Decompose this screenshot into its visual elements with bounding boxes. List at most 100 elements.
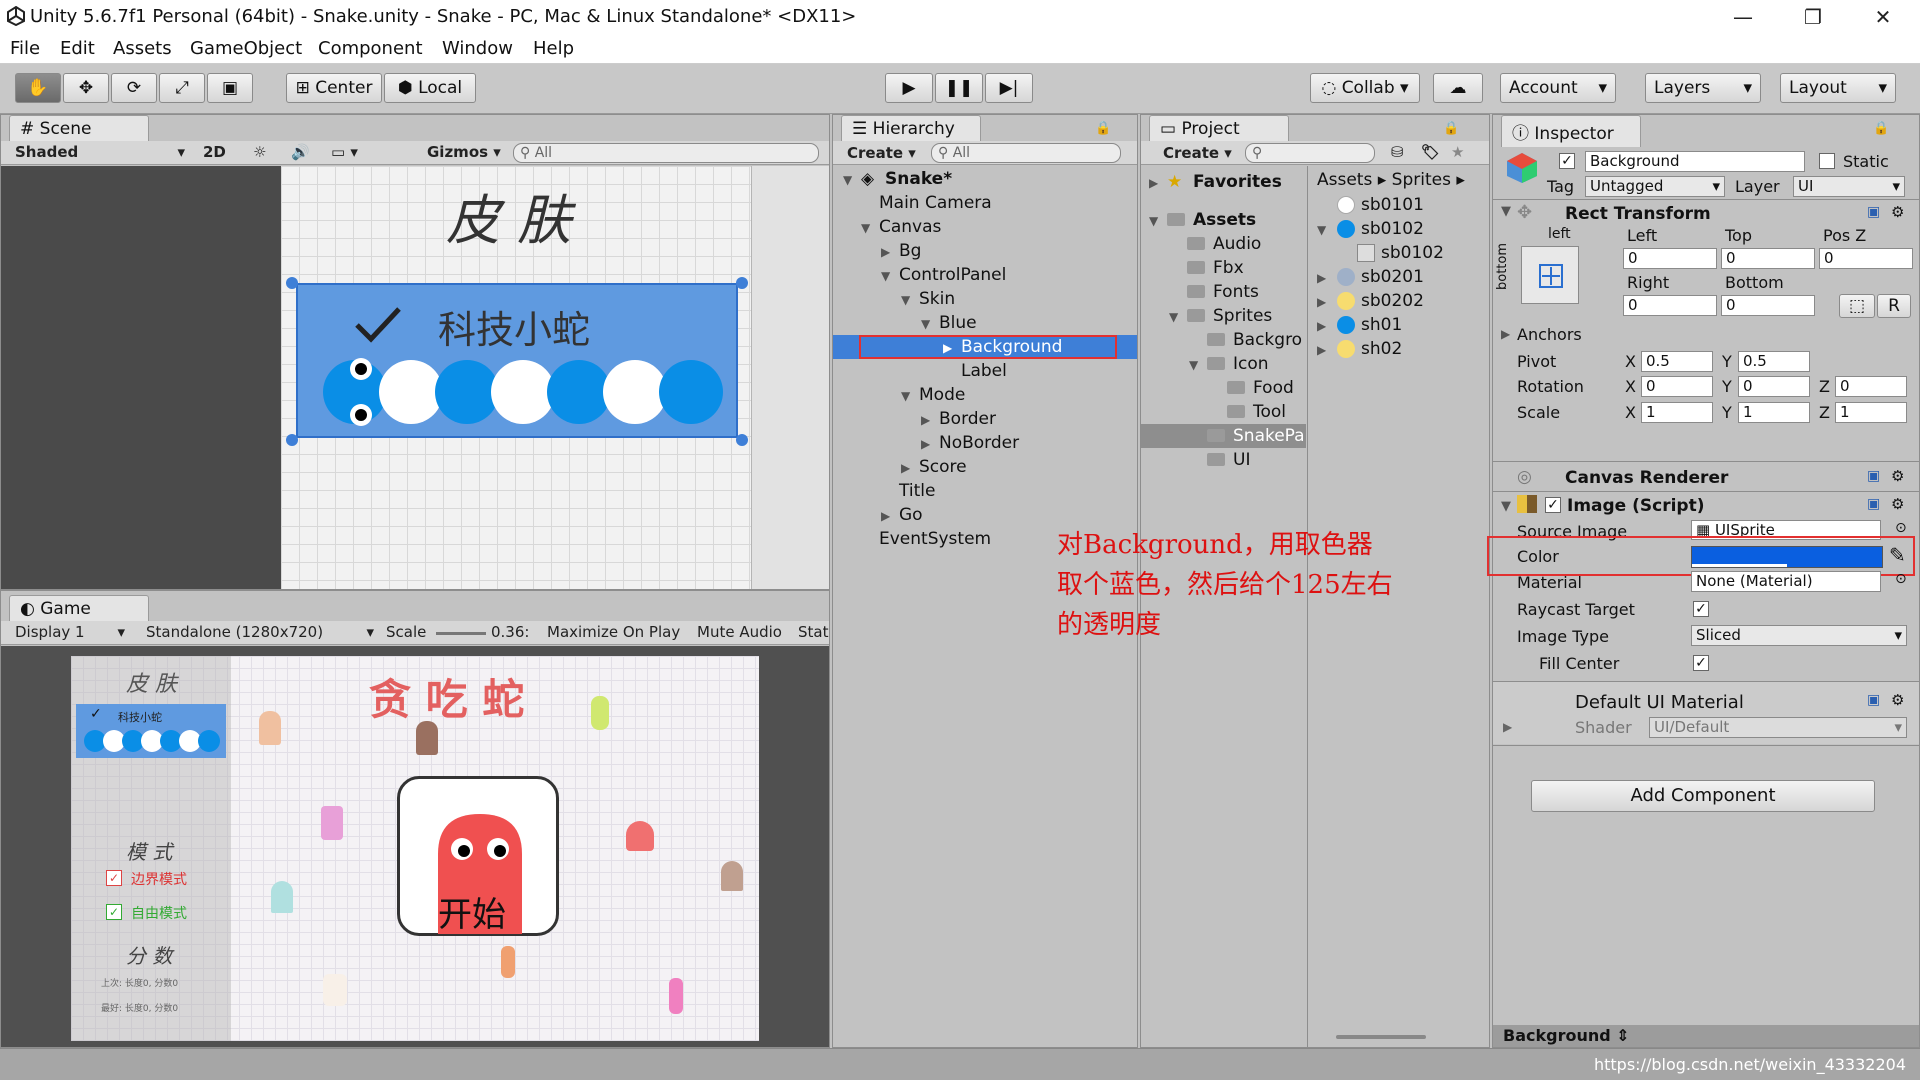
active-checkbox[interactable]: ✓ [1559,153,1575,169]
hierarchy-search-input[interactable]: ⚲ All [931,143,1121,163]
move-tool-button[interactable]: ✥ [63,73,109,103]
sprite-item[interactable]: ▶ sh02 [1309,337,1489,361]
menu-file[interactable]: File [10,38,40,59]
collab-dropdown[interactable]: ◌ Collab ▾ [1310,73,1420,103]
lock-icon[interactable]: 🔒 [1095,121,1111,136]
anchor-handle[interactable] [286,277,298,289]
image-type-dropdown[interactable]: Sliced ▾ [1691,625,1907,646]
hierarchy-item-noborder[interactable]: ▶ NoBorder [833,431,1133,455]
mode1-checkbox[interactable]: ✓ [106,870,122,886]
left-field[interactable]: 0 [1623,248,1717,269]
pivot-center-button[interactable]: ⊞ Center [286,73,382,103]
effects-icon[interactable]: ▭ ▾ [331,143,358,161]
raw-edit-button[interactable]: R [1877,294,1911,318]
menu-assets[interactable]: Assets [113,38,172,59]
sprite-item[interactable]: ▶ sb0201 [1309,265,1489,289]
scene-viewport[interactable]: 皮 肤 科技小蛇 [281,166,829,589]
lighting-icon[interactable]: ☼ [253,143,266,161]
mute-audio-toggle[interactable]: Mute Audio [697,623,782,641]
play-button[interactable]: ▶ [885,73,933,103]
hierarchy-item-skin[interactable]: ▼ Skin [833,287,1133,311]
gear-icon[interactable]: ⚙ [1891,691,1904,709]
tab-scene[interactable]: # Scene [9,115,149,142]
pivot-x-field[interactable]: 0.5 [1641,351,1713,372]
pivot-local-button[interactable]: ⬢ Local [384,73,476,103]
foldout-arrow-icon[interactable]: ▼ [1501,499,1511,514]
start-button[interactable]: 开始 [397,776,559,936]
step-button[interactable]: ▶| [985,73,1033,103]
blueprint-mode-button[interactable]: ⬚ [1839,294,1875,318]
hierarchy-item-controlpanel[interactable]: ▼ ControlPanel [833,263,1133,287]
icon-size-slider[interactable] [1336,1035,1426,1039]
object-picker-icon[interactable]: ⊙ [1895,520,1907,536]
add-component-button[interactable]: Add Component [1531,780,1875,812]
hierarchy-item-score[interactable]: ▶ Score [833,455,1133,479]
restore-button[interactable]: ❐ [1788,3,1838,31]
resolution-dropdown[interactable]: Standalone (1280x720) ▾ [146,623,374,641]
static-checkbox[interactable] [1819,153,1835,169]
anchor-handle[interactable] [736,434,748,446]
minimize-button[interactable]: — [1718,3,1768,31]
menu-edit[interactable]: Edit [60,38,95,59]
maximize-on-play-toggle[interactable]: Maximize On Play [547,623,680,641]
mode2-checkbox[interactable]: ✓ [106,904,122,920]
foldout-arrow-icon[interactable]: ▼ [1501,204,1511,219]
right-field[interactable]: 0 [1623,295,1717,316]
audio-icon[interactable]: 🔊 [291,143,310,161]
top-field[interactable]: 0 [1721,248,1815,269]
foldout-arrow-icon[interactable]: ▶ [1501,327,1510,341]
hierarchy-create-button[interactable]: Create ▾ [847,144,916,162]
gameobject-name-field[interactable]: Background [1585,151,1805,172]
gear-icon[interactable]: ⚙ [1891,495,1904,513]
hierarchy-item-background[interactable]: ▶ Background [833,335,1137,359]
project-search-input[interactable]: ⚲ [1245,143,1375,163]
project-folder-ui[interactable]: UI [1141,448,1441,472]
menu-component[interactable]: Component [318,38,423,59]
scale-tool-button[interactable]: ⤢ [159,73,205,103]
project-folder-food[interactable]: Food [1141,376,1441,400]
hierarchy-item-label-node[interactable]: Label [833,359,1133,383]
hierarchy-item-border[interactable]: ▶ Border [833,407,1133,431]
sprite-item[interactable]: ▼ sb0102 [1309,217,1489,241]
project-folder-tool[interactable]: Tool [1141,400,1441,424]
gizmos-dropdown[interactable]: Gizmos ▾ [427,143,501,161]
layer-dropdown[interactable]: UI ▾ [1793,176,1905,197]
pause-button[interactable]: ❚❚ [935,73,983,103]
rotation-z-field[interactable]: 0 [1835,376,1907,397]
layout-dropdown[interactable]: Layout ▾ [1780,73,1896,103]
hierarchy-item-main-camera[interactable]: Main Camera [833,191,1133,215]
hierarchy-item-canvas[interactable]: ▼ Canvas [833,215,1133,239]
breadcrumb-sprites[interactable]: Sprites [1392,170,1451,190]
hand-tool-button[interactable]: ✋ [15,73,61,103]
gear-icon[interactable]: ⚙ [1891,203,1904,221]
scale-slider[interactable] [436,632,486,635]
breadcrumb-assets[interactable]: Assets [1317,170,1372,190]
menu-window[interactable]: Window [442,38,513,59]
scene-background-rect[interactable]: 科技小蛇 [296,283,738,438]
bottom-field[interactable]: 0 [1721,295,1815,316]
cloud-button[interactable]: ☁ [1433,73,1483,103]
foldout-arrow-icon[interactable]: ▶ [1503,720,1512,734]
mode-2d-button[interactable]: 2D [203,143,226,161]
anchor-handle[interactable] [286,434,298,446]
menu-gameobject[interactable]: GameObject [190,38,302,59]
material-field[interactable]: None (Material) [1691,571,1881,592]
project-create-button[interactable]: Create ▾ [1163,144,1232,162]
gear-icon[interactable]: ⚙ [1891,467,1904,485]
game-view[interactable]: 皮 肤 ✓ 科技小蛇 模 式 ✓ 边界模式 ✓ 自由模式 分 数 上次: 长度0… [71,656,759,1041]
scale-x-field[interactable]: 1 [1641,402,1713,423]
star-icon[interactable]: ★ [1451,143,1464,161]
tab-hierarchy[interactable]: ☰ Hierarchy [841,115,981,142]
anchor-preset-button[interactable] [1521,246,1579,304]
lock-icon[interactable]: 🔒 [1443,121,1459,136]
object-picker-icon[interactable]: ⊙ [1895,571,1907,587]
anchor-handle[interactable] [736,277,748,289]
hierarchy-scene-root[interactable]: ▼ ◈ Snake* [833,167,1133,191]
menu-help[interactable]: Help [533,38,574,59]
raycast-target-checkbox[interactable]: ✓ [1693,601,1709,617]
scale-y-field[interactable]: 1 [1738,402,1810,423]
tab-inspector[interactable]: ⓘ Inspector [1501,115,1641,147]
hierarchy-item-title[interactable]: Title [833,479,1133,503]
sprite-item[interactable]: ▶ sh01 [1309,313,1489,337]
filter-label-icon[interactable]: 🏷 [1421,143,1440,161]
